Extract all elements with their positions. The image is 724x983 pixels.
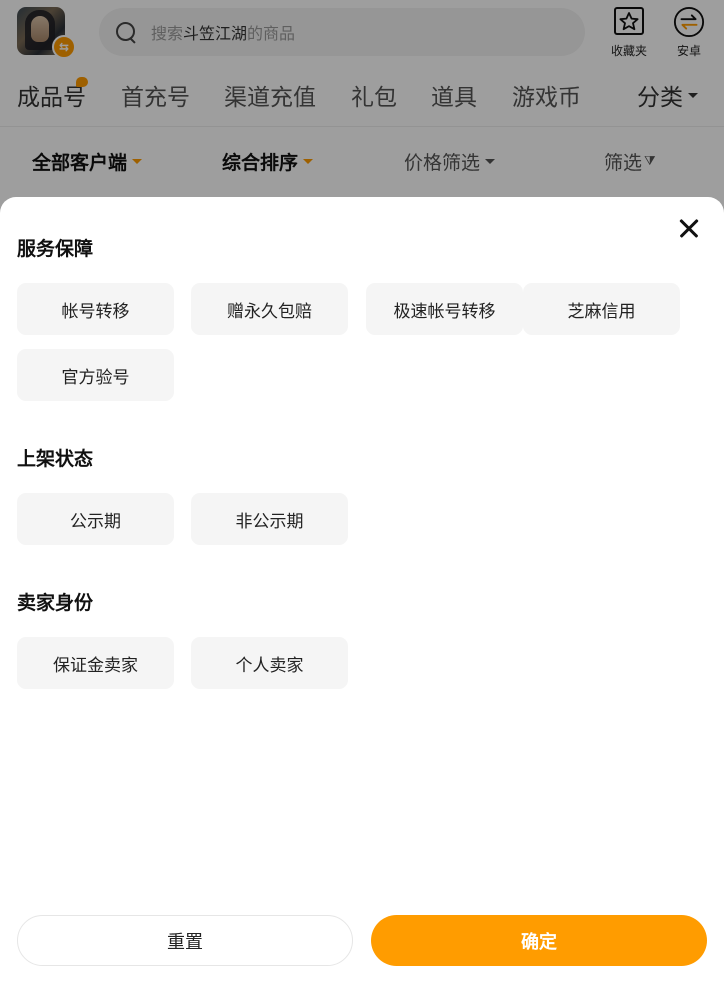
chip-non-public-period[interactable]: 非公示期: [191, 493, 348, 545]
reset-button[interactable]: 重置: [17, 915, 353, 966]
confirm-button[interactable]: 确定: [371, 915, 707, 966]
section-title: 卖家身份: [17, 592, 94, 614]
filter-sheet: 服务保障 帐号转移 赠永久包赔 极速帐号转移 芝麻信用 官方验号 上架状态 公示…: [0, 197, 724, 983]
chip-deposit-seller[interactable]: 保证金卖家: [17, 637, 174, 689]
chip-public-period[interactable]: 公示期: [17, 493, 174, 545]
chip-fast-transfer[interactable]: 极速帐号转移: [366, 283, 523, 335]
chip-personal-seller[interactable]: 个人卖家: [191, 637, 348, 689]
section-seller-identity: 卖家身份 保证金卖家 个人卖家: [17, 589, 717, 689]
section-title: 服务保障: [17, 238, 94, 260]
section-service-guarantee: 服务保障 帐号转移 赠永久包赔 极速帐号转移 芝麻信用 官方验号: [17, 235, 717, 401]
chip-account-transfer[interactable]: 帐号转移: [17, 283, 174, 335]
section-title: 上架状态: [17, 448, 94, 470]
chip-sesame-credit[interactable]: 芝麻信用: [523, 283, 680, 335]
chip-official-verify[interactable]: 官方验号: [17, 349, 174, 401]
chip-permanent-compensation[interactable]: 赠永久包赔: [191, 283, 348, 335]
section-listing-status: 上架状态 公示期 非公示期: [17, 445, 717, 545]
